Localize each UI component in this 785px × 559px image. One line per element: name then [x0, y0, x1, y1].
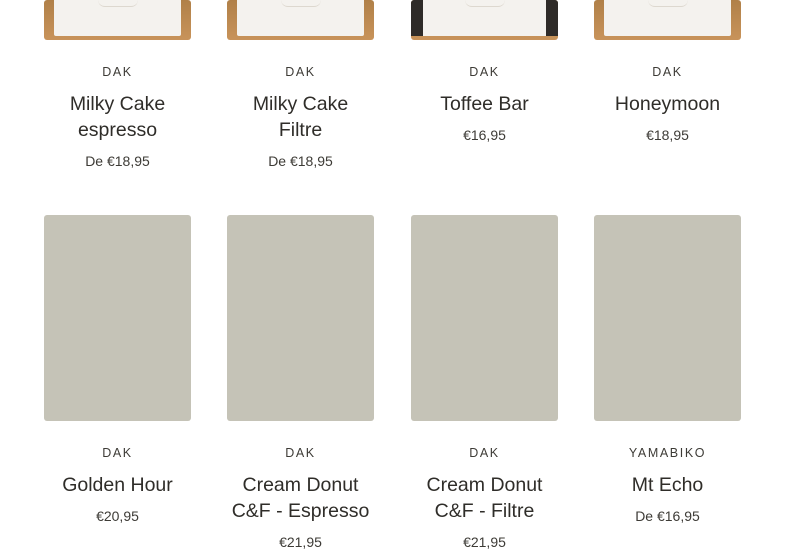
product-card[interactable]: DAK Toffee Bar €16,95 — [411, 0, 558, 143]
product-title[interactable]: Milky Cake Filtre — [227, 91, 374, 143]
product-price: €21,95 — [279, 534, 322, 550]
product-vendor: DAK — [652, 65, 683, 79]
product-grid: DAK Milky Cake espresso De €18,95 DAK Mi… — [0, 0, 785, 559]
product-card[interactable]: YAMABIKO Mt Echo De €16,95 — [594, 215, 741, 524]
product-card[interactable]: DAK Milky Cake espresso De €18,95 — [44, 0, 191, 169]
product-price: €18,95 — [646, 127, 689, 143]
product-card[interactable]: DAK Golden Hour €20,95 — [44, 215, 191, 524]
product-vendor: DAK — [102, 65, 133, 79]
product-card[interactable]: DAK Honeymoon €18,95 — [594, 0, 741, 143]
product-card[interactable]: DAK Cream Donut C&F - Filtre €21,95 — [411, 215, 558, 550]
product-title[interactable]: Golden Hour — [44, 472, 191, 498]
product-price: €16,95 — [463, 127, 506, 143]
product-title[interactable]: Mt Echo — [594, 472, 741, 498]
product-image[interactable] — [44, 0, 191, 40]
product-price: €20,95 — [96, 508, 139, 524]
product-vendor: DAK — [469, 65, 500, 79]
product-vendor: DAK — [285, 446, 316, 460]
product-image-placeholder[interactable] — [411, 215, 558, 421]
product-vendor: DAK — [285, 65, 316, 79]
product-image-placeholder[interactable] — [227, 215, 374, 421]
product-title[interactable]: Honeymoon — [594, 91, 741, 117]
product-image[interactable] — [411, 0, 558, 40]
product-price: De €18,95 — [85, 153, 150, 169]
product-image[interactable] — [227, 0, 374, 40]
product-vendor: YAMABIKO — [628, 446, 707, 460]
product-vendor: DAK — [469, 446, 500, 460]
product-image-placeholder[interactable] — [44, 215, 191, 421]
product-title[interactable]: Milky Cake espresso — [44, 91, 191, 143]
product-title[interactable]: Cream Donut C&F - Filtre — [411, 472, 558, 524]
product-vendor: DAK — [102, 446, 133, 460]
product-image[interactable] — [594, 0, 741, 40]
product-price: De €18,95 — [268, 153, 333, 169]
product-card[interactable]: DAK Milky Cake Filtre De €18,95 — [227, 0, 374, 169]
product-title[interactable]: Cream Donut C&F - Espresso — [227, 472, 374, 524]
product-price: De €16,95 — [635, 508, 700, 524]
product-image-placeholder[interactable] — [594, 215, 741, 421]
product-price: €21,95 — [463, 534, 506, 550]
product-title[interactable]: Toffee Bar — [411, 91, 558, 117]
product-card[interactable]: DAK Cream Donut C&F - Espresso €21,95 — [227, 215, 374, 550]
